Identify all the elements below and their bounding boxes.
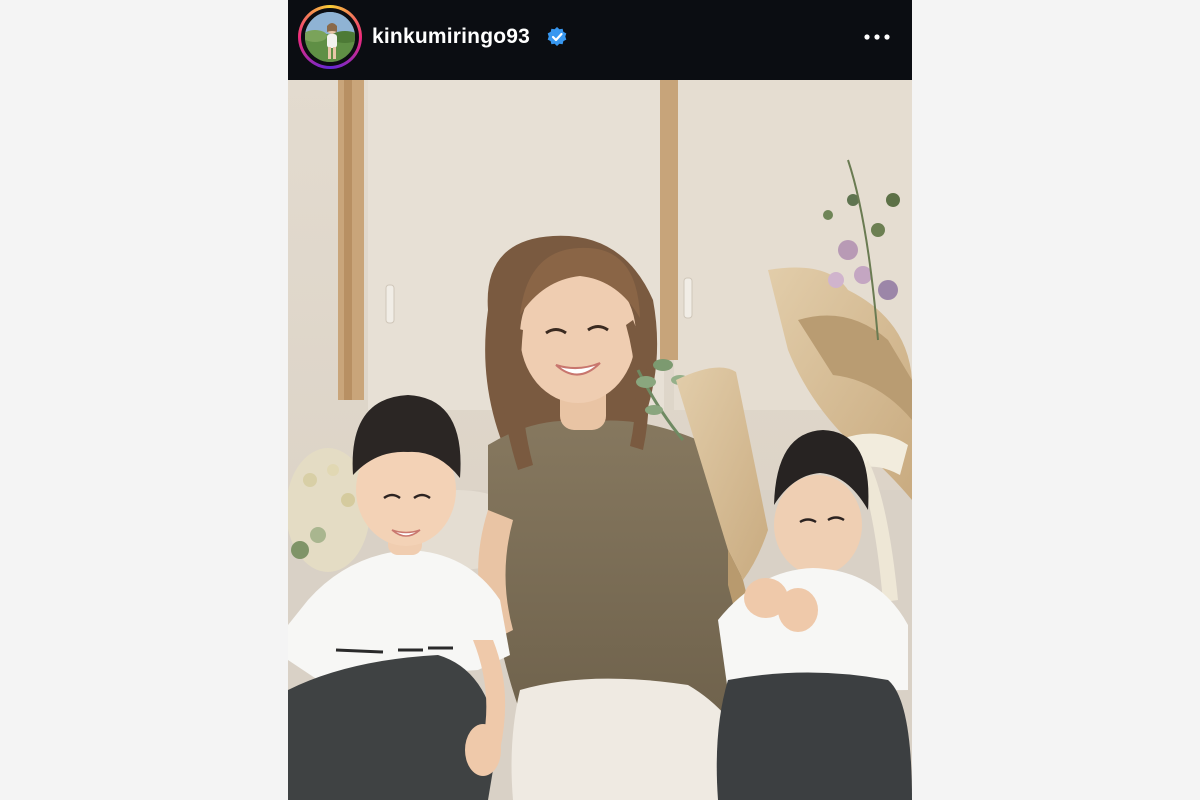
username[interactable]: kinkumiringo93 [372,25,530,49]
page: kinkumiringo93 [0,0,1200,800]
story-ring[interactable] [298,5,362,69]
avatar [305,12,355,62]
verified-badge-icon [546,26,568,48]
post-photo[interactable] [288,80,912,800]
more-options-icon[interactable] [858,22,896,52]
avatar-image [305,12,355,62]
family-photo-image [288,80,912,800]
instagram-post: kinkumiringo93 [288,0,912,800]
post-header: kinkumiringo93 [288,0,912,80]
